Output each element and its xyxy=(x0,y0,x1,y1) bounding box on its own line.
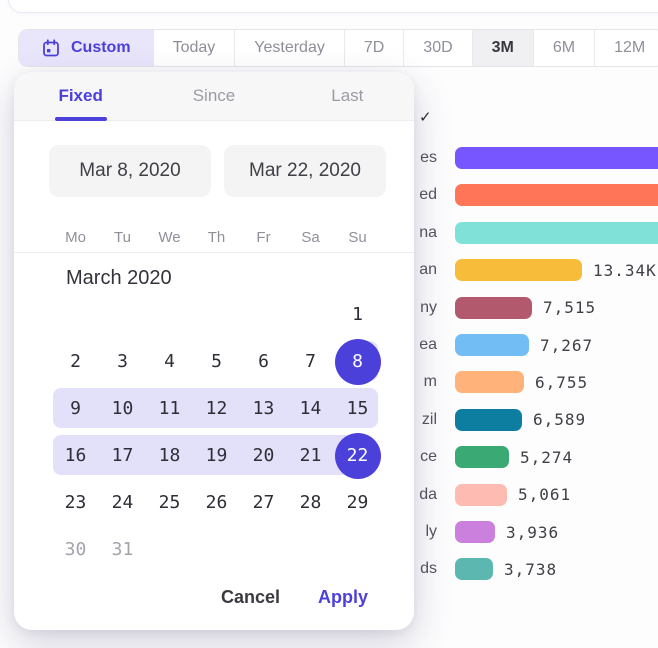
range-button-today[interactable]: Today xyxy=(154,30,236,66)
calendar-week-row: 3031 xyxy=(52,526,381,573)
start-date-input[interactable]: Mar 8, 2020 xyxy=(49,145,211,197)
weekday-mo: Mo xyxy=(52,229,99,246)
chart-value-label: 13.34K xyxy=(593,261,657,280)
chart-value-label: 3,936 xyxy=(506,523,559,542)
chart-bar[interactable] xyxy=(455,334,529,356)
calendar-day-12[interactable]: 12 xyxy=(193,385,240,432)
divider xyxy=(14,252,414,253)
cancel-button[interactable]: Cancel xyxy=(221,587,280,608)
calendar-day-23[interactable]: 23 xyxy=(52,479,99,526)
chart-value-label: 7,515 xyxy=(543,298,596,317)
weekday-tu: Tu xyxy=(99,229,146,246)
calendar-day-2[interactable]: 2 xyxy=(52,338,99,385)
chart-bar[interactable] xyxy=(455,184,658,206)
calendar-day-19[interactable]: 19 xyxy=(193,432,240,479)
range-button-7d[interactable]: 7D xyxy=(345,30,404,66)
chart-bar[interactable] xyxy=(455,222,658,244)
weekday-we: We xyxy=(146,229,193,246)
chart-value-label: 6,589 xyxy=(533,410,586,429)
calendar-week-row: 9101112131415 xyxy=(52,385,381,432)
calendar-day-15[interactable]: 15 xyxy=(334,385,381,432)
calendar-day-7[interactable]: 7 xyxy=(287,338,334,385)
chart-bar[interactable] xyxy=(455,446,509,468)
calendar-day-8[interactable]: 8 xyxy=(335,339,381,385)
calendar-day-20[interactable]: 20 xyxy=(240,432,287,479)
tab-last[interactable]: Last xyxy=(281,72,414,120)
calendar-day-25[interactable]: 25 xyxy=(146,479,193,526)
calendar-day-21[interactable]: 21 xyxy=(287,432,334,479)
calendar-day-4[interactable]: 4 xyxy=(146,338,193,385)
range-button-yesterday[interactable]: Yesterday xyxy=(235,30,345,66)
date-inputs: Mar 8, 2020 Mar 22, 2020 xyxy=(49,145,386,197)
month-label: March 2020 xyxy=(66,267,172,290)
check-icon: ✓ xyxy=(419,108,432,126)
range-button-3m[interactable]: 3M xyxy=(473,30,534,66)
calendar-day-29[interactable]: 29 xyxy=(334,479,381,526)
calendar-day-17[interactable]: 17 xyxy=(99,432,146,479)
weekday-fr: Fr xyxy=(240,229,287,246)
apply-button[interactable]: Apply xyxy=(318,587,368,608)
calendar-week-row: 2345678 xyxy=(52,338,381,385)
range-button-label: 30D xyxy=(423,39,452,57)
chart-bar[interactable] xyxy=(455,521,495,543)
date-picker-tabs: Fixed Since Last xyxy=(14,72,414,121)
calendar-day-26[interactable]: 26 xyxy=(193,479,240,526)
calendar-day-3[interactable]: 3 xyxy=(99,338,146,385)
calendar-day-24[interactable]: 24 xyxy=(99,479,146,526)
tab-since[interactable]: Since xyxy=(147,72,280,120)
tab-fixed[interactable]: Fixed xyxy=(14,72,147,120)
chart-value-label: 6,755 xyxy=(535,373,588,392)
chart-bar[interactable] xyxy=(455,484,507,506)
calendar-week-row: 23242526272829 xyxy=(52,479,381,526)
calendar-day-6[interactable]: 6 xyxy=(240,338,287,385)
modal-footer: Cancel Apply xyxy=(221,587,368,608)
chart-bar[interactable] xyxy=(455,297,532,319)
calendar-day-31[interactable]: 31 xyxy=(99,526,146,573)
range-button-label: 7D xyxy=(364,39,384,57)
chart-bar[interactable] xyxy=(455,259,582,281)
calendar-day-11[interactable]: 11 xyxy=(146,385,193,432)
chart-bar[interactable] xyxy=(455,371,524,393)
calendar-week-row: 1 xyxy=(52,291,381,338)
range-button-label: 12M xyxy=(614,39,645,57)
weekday-su: Su xyxy=(334,229,381,246)
weekday-header: MoTuWeThFrSaSu xyxy=(52,229,381,246)
calendar-day-14[interactable]: 14 xyxy=(287,385,334,432)
calendar-grid: 1234567891011121314151617181920212223242… xyxy=(52,291,381,573)
calendar-day-1[interactable]: 1 xyxy=(334,291,381,338)
weekday-th: Th xyxy=(193,229,240,246)
range-button-label: 6M xyxy=(553,39,575,57)
calendar-icon xyxy=(41,38,61,58)
calendar-day-10[interactable]: 10 xyxy=(99,385,146,432)
calendar-day-16[interactable]: 16 xyxy=(52,432,99,479)
weekday-sa: Sa xyxy=(287,229,334,246)
calendar-day-22[interactable]: 22 xyxy=(335,433,381,479)
calendar-day-18[interactable]: 18 xyxy=(146,432,193,479)
end-date-input[interactable]: Mar 22, 2020 xyxy=(224,145,386,197)
range-button-6m[interactable]: 6M xyxy=(534,30,595,66)
chart-value-label: 3,738 xyxy=(504,560,557,579)
calendar-day-5[interactable]: 5 xyxy=(193,338,240,385)
date-picker-modal: Fixed Since Last Mar 8, 2020 Mar 22, 202… xyxy=(14,72,414,630)
range-button-custom[interactable]: Custom xyxy=(19,30,154,66)
calendar-day-9[interactable]: 9 xyxy=(52,385,99,432)
chart-value-label: 7,267 xyxy=(540,336,593,355)
chart-bar[interactable] xyxy=(455,147,658,169)
chart-bar[interactable] xyxy=(455,409,522,431)
chart-value-label: 5,274 xyxy=(520,448,573,467)
date-range-toolbar: Custom Today Yesterday 7D 30D 3M 6M 12M xyxy=(18,29,658,67)
range-button-label: Custom xyxy=(71,39,131,57)
calendar-day-28[interactable]: 28 xyxy=(287,479,334,526)
calendar-day-30[interactable]: 30 xyxy=(52,526,99,573)
range-button-12m[interactable]: 12M xyxy=(595,30,658,66)
range-button-label: Yesterday xyxy=(254,39,325,57)
calendar-day-27[interactable]: 27 xyxy=(240,479,287,526)
range-button-label: 3M xyxy=(492,39,514,57)
chart-bar[interactable] xyxy=(455,558,493,580)
range-button-label: Today xyxy=(173,39,216,57)
calendar-week-row: 16171819202122 xyxy=(52,432,381,479)
range-button-30d[interactable]: 30D xyxy=(404,30,472,66)
calendar-day-13[interactable]: 13 xyxy=(240,385,287,432)
chart-value-label: 5,061 xyxy=(518,485,571,504)
